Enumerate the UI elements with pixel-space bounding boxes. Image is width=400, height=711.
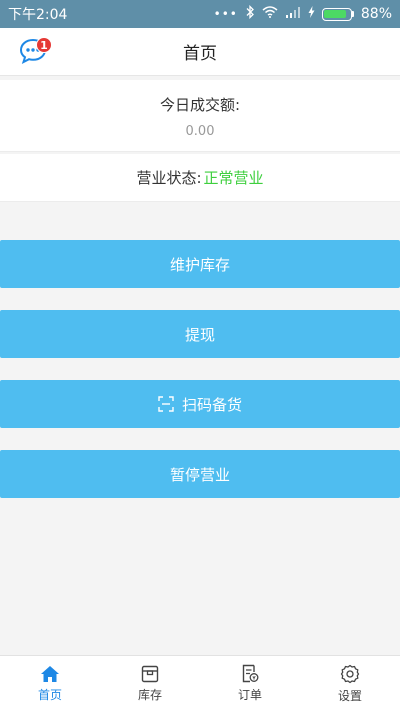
- order-icon: [241, 664, 259, 683]
- battery-fill: [324, 10, 347, 18]
- tab-settings-label: 设置: [337, 688, 362, 703]
- gear-icon: [340, 664, 360, 684]
- tab-orders[interactable]: 订单: [200, 656, 300, 711]
- status-indicators: ••• 88%: [213, 4, 392, 23]
- pause-business-label: 暂停营业: [169, 465, 230, 484]
- business-status-value: 正常营业: [203, 169, 264, 187]
- turnover-label: 今日成交额:: [159, 96, 241, 114]
- charging-icon: [308, 6, 315, 22]
- scan-stock-button[interactable]: 扫码备货: [0, 380, 400, 428]
- battery-icon: [321, 7, 354, 21]
- app-header: 1 首页: [0, 28, 400, 76]
- signal-icon: [285, 6, 301, 22]
- box-icon: [141, 665, 159, 683]
- tab-orders-label: 订单: [237, 688, 262, 702]
- wifi-icon: [262, 6, 278, 22]
- status-time: 下午2:04: [8, 7, 68, 23]
- status-bar: 下午2:04 ••• 88%: [0, 0, 400, 28]
- scan-icon: [158, 396, 174, 412]
- message-button[interactable]: 1: [16, 36, 52, 70]
- tab-home[interactable]: 首页: [0, 656, 100, 711]
- withdraw-label: 提现: [184, 325, 215, 344]
- business-status-card: 营业状态: 正常营业: [0, 154, 400, 202]
- page-title: 首页: [183, 44, 217, 64]
- withdraw-button[interactable]: 提现: [0, 310, 400, 358]
- pause-business-button[interactable]: 暂停营业: [0, 450, 400, 498]
- turnover-value: 0.00: [185, 124, 215, 139]
- battery-percent: 88%: [360, 6, 392, 22]
- home-icon: [40, 665, 60, 683]
- maintain-stock-label: 维护库存: [169, 255, 230, 274]
- tab-stock-label: 库存: [137, 687, 162, 702]
- business-status-label: 营业状态:: [136, 169, 202, 187]
- status-dots: •••: [213, 7, 238, 21]
- bottom-tab-bar: 首页 库存 订单 设置: [0, 655, 400, 711]
- tab-home-label: 首页: [37, 687, 62, 702]
- bluetooth-icon: [245, 4, 255, 23]
- turnover-card: 今日成交额: 0.00: [0, 80, 400, 152]
- scan-stock-label: 扫码备货: [181, 395, 242, 414]
- maintain-stock-button[interactable]: 维护库存: [0, 240, 400, 288]
- tab-stock[interactable]: 库存: [100, 656, 200, 711]
- tab-settings[interactable]: 设置: [300, 656, 400, 711]
- message-badge: 1: [36, 37, 52, 53]
